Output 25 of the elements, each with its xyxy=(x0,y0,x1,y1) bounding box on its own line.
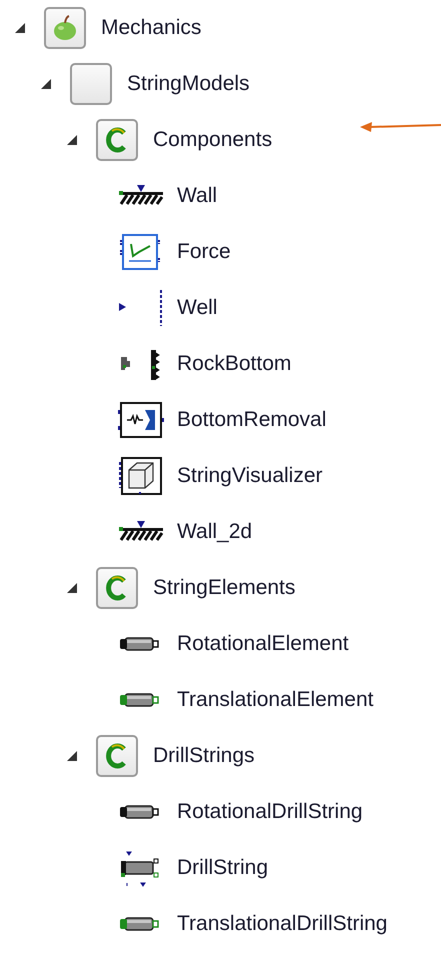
tree-item-label[interactable]: Wall_2d xyxy=(177,520,252,544)
tree-item-label[interactable]: DrillString xyxy=(177,856,268,880)
package-icon xyxy=(70,63,112,105)
well-icon xyxy=(117,288,165,328)
tree-item-label[interactable]: TranslationalDrillString xyxy=(177,912,388,936)
class-icon xyxy=(96,119,138,161)
apple-icon xyxy=(44,7,86,49)
tree-item-label[interactable]: BottomRemoval xyxy=(177,408,326,432)
tree-item-label[interactable]: Well xyxy=(177,296,218,320)
tree-item-label[interactable]: TranslationalElement xyxy=(177,688,374,712)
tree-item-label[interactable]: StringModels xyxy=(127,72,250,96)
tree-item-label[interactable]: StringVisualizer xyxy=(177,464,323,488)
cube-icon xyxy=(117,456,165,496)
tree-item-label[interactable]: DrillStrings xyxy=(153,744,255,768)
tree-item-label[interactable]: RockBottom xyxy=(177,352,292,376)
tree-item-label[interactable]: StringElements xyxy=(153,576,296,600)
tree-item-label[interactable]: RotationalDrillString xyxy=(177,800,363,824)
tree-item-label[interactable]: Components xyxy=(153,128,272,152)
tree-item-label[interactable]: RotationalElement xyxy=(177,632,349,656)
tree-item-label[interactable]: Mechanics xyxy=(101,16,202,40)
class-icon xyxy=(96,735,138,777)
tree-item-label[interactable]: Wall xyxy=(177,184,218,208)
tree-item-label[interactable]: Force xyxy=(177,240,231,264)
class-icon xyxy=(96,567,138,609)
removal-block-icon xyxy=(117,400,165,440)
